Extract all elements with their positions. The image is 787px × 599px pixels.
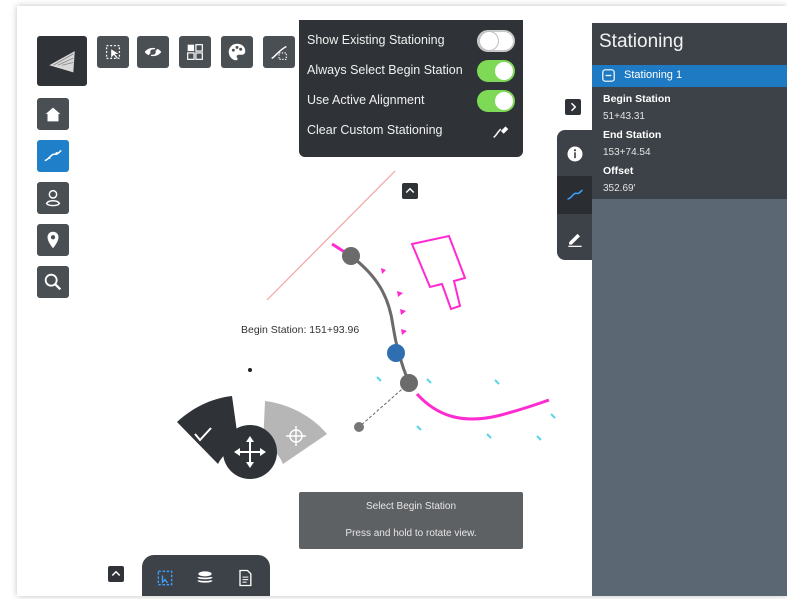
tab-info[interactable] bbox=[557, 136, 593, 172]
cursor-select-icon bbox=[105, 44, 121, 60]
document-icon bbox=[239, 569, 252, 587]
pencil-icon bbox=[568, 233, 582, 247]
hide-tool-button[interactable] bbox=[137, 36, 169, 68]
begin-station-label: Begin Station bbox=[603, 93, 671, 105]
bottom-toolbar bbox=[142, 555, 270, 596]
use-active-alignment-toggle[interactable] bbox=[477, 90, 515, 112]
select-area-icon bbox=[157, 570, 173, 586]
home-icon bbox=[45, 107, 61, 122]
collapse-settings-button[interactable] bbox=[402, 183, 418, 199]
layers-icon bbox=[197, 571, 213, 583]
hide-eye-icon bbox=[144, 44, 162, 60]
end-station-label: End Station bbox=[603, 129, 662, 141]
chevron-right-icon bbox=[570, 102, 577, 112]
always-select-begin-station-label: Always Select Begin Station bbox=[307, 63, 463, 77]
magenta-road-lower bbox=[415, 392, 550, 421]
app-window: Show Existing Stationing Always Select B… bbox=[17, 6, 787, 596]
show-existing-stationing-label: Show Existing Stationing bbox=[307, 33, 445, 47]
style-tool-button[interactable] bbox=[221, 36, 253, 68]
collapse-panel-button[interactable] bbox=[565, 99, 581, 115]
info-icon bbox=[567, 146, 583, 162]
chevron-up-icon bbox=[405, 187, 415, 194]
begin-station-value: 51+43.31 bbox=[603, 111, 645, 122]
tangent-line bbox=[358, 382, 410, 428]
toggle-knob bbox=[495, 62, 513, 80]
palette-icon bbox=[228, 43, 246, 61]
stationing-details: Begin Station 51+43.31 End Station 153+7… bbox=[592, 87, 787, 199]
stationing-settings-popover: Show Existing Stationing Always Select B… bbox=[299, 20, 523, 157]
stationing-item-label: Stationing 1 bbox=[624, 69, 683, 81]
eraser-icon[interactable] bbox=[489, 120, 511, 142]
pin-button[interactable] bbox=[37, 224, 69, 256]
terrain-icon bbox=[49, 51, 75, 73]
show-existing-stationing-toggle[interactable] bbox=[477, 30, 515, 52]
location-user-icon bbox=[45, 189, 61, 207]
zoom-icon bbox=[44, 273, 62, 291]
panel-side-tabs bbox=[557, 130, 593, 260]
use-active-alignment-label: Use Active Alignment bbox=[307, 93, 425, 107]
stationing-panel: Stationing Stationing 1 Begin Station 51… bbox=[592, 23, 787, 596]
tab-edit[interactable] bbox=[557, 220, 593, 256]
panel-header: Stationing bbox=[592, 23, 787, 65]
point-marker bbox=[248, 368, 252, 372]
always-select-begin-station-toggle[interactable] bbox=[477, 60, 515, 82]
stationing-tool-button[interactable] bbox=[263, 36, 295, 68]
alignment-button[interactable] bbox=[37, 140, 69, 172]
toggle-knob bbox=[480, 32, 498, 50]
offset-value: 352.69' bbox=[603, 183, 636, 194]
stationing-list-item[interactable]: Stationing 1 bbox=[592, 65, 787, 87]
panel-title: Stationing bbox=[599, 31, 684, 52]
instruction-hint: Press and hold to rotate view. bbox=[345, 528, 477, 539]
tab-stationing[interactable] bbox=[557, 176, 593, 214]
tangent-handle[interactable] bbox=[354, 422, 364, 432]
chevron-up-icon bbox=[111, 570, 121, 577]
begin-station-node[interactable] bbox=[387, 344, 405, 362]
location-button[interactable] bbox=[37, 182, 69, 214]
map-pin-icon bbox=[47, 231, 59, 249]
home-button[interactable] bbox=[37, 98, 69, 130]
terrain-tool-button[interactable] bbox=[37, 36, 87, 86]
grid-layout-icon bbox=[187, 44, 203, 60]
offset-label: Offset bbox=[603, 165, 634, 177]
clear-custom-stationing-label[interactable]: Clear Custom Stationing bbox=[307, 123, 442, 137]
stationing-settings-icon bbox=[271, 45, 287, 60]
zoom-button[interactable] bbox=[37, 266, 69, 298]
bottom-tab-document[interactable] bbox=[230, 563, 260, 593]
alignment-node-end[interactable] bbox=[400, 374, 418, 392]
alignment-icon bbox=[44, 149, 62, 162]
begin-station-canvas-label: Begin Station: 151+93.96 bbox=[241, 324, 360, 336]
alignment-path bbox=[350, 254, 411, 384]
radial-menu[interactable] bbox=[177, 396, 327, 479]
layout-tool-button[interactable] bbox=[179, 36, 211, 68]
bottom-tab-select[interactable] bbox=[150, 563, 180, 593]
end-station-value: 153+74.54 bbox=[603, 147, 651, 158]
instruction-message: Select Begin Station Press and hold to r… bbox=[299, 492, 523, 549]
select-tool-button[interactable] bbox=[97, 36, 129, 68]
instruction-title: Select Begin Station bbox=[365, 501, 457, 512]
toggle-knob bbox=[495, 92, 513, 110]
magenta-parcel bbox=[410, 234, 467, 311]
collapse-square-icon[interactable] bbox=[602, 69, 615, 82]
expand-bottom-bar-button[interactable] bbox=[108, 566, 124, 582]
alignment-node-start[interactable] bbox=[342, 247, 360, 265]
stationing-tab-icon bbox=[567, 189, 583, 200]
bottom-tab-layers[interactable] bbox=[190, 563, 220, 593]
